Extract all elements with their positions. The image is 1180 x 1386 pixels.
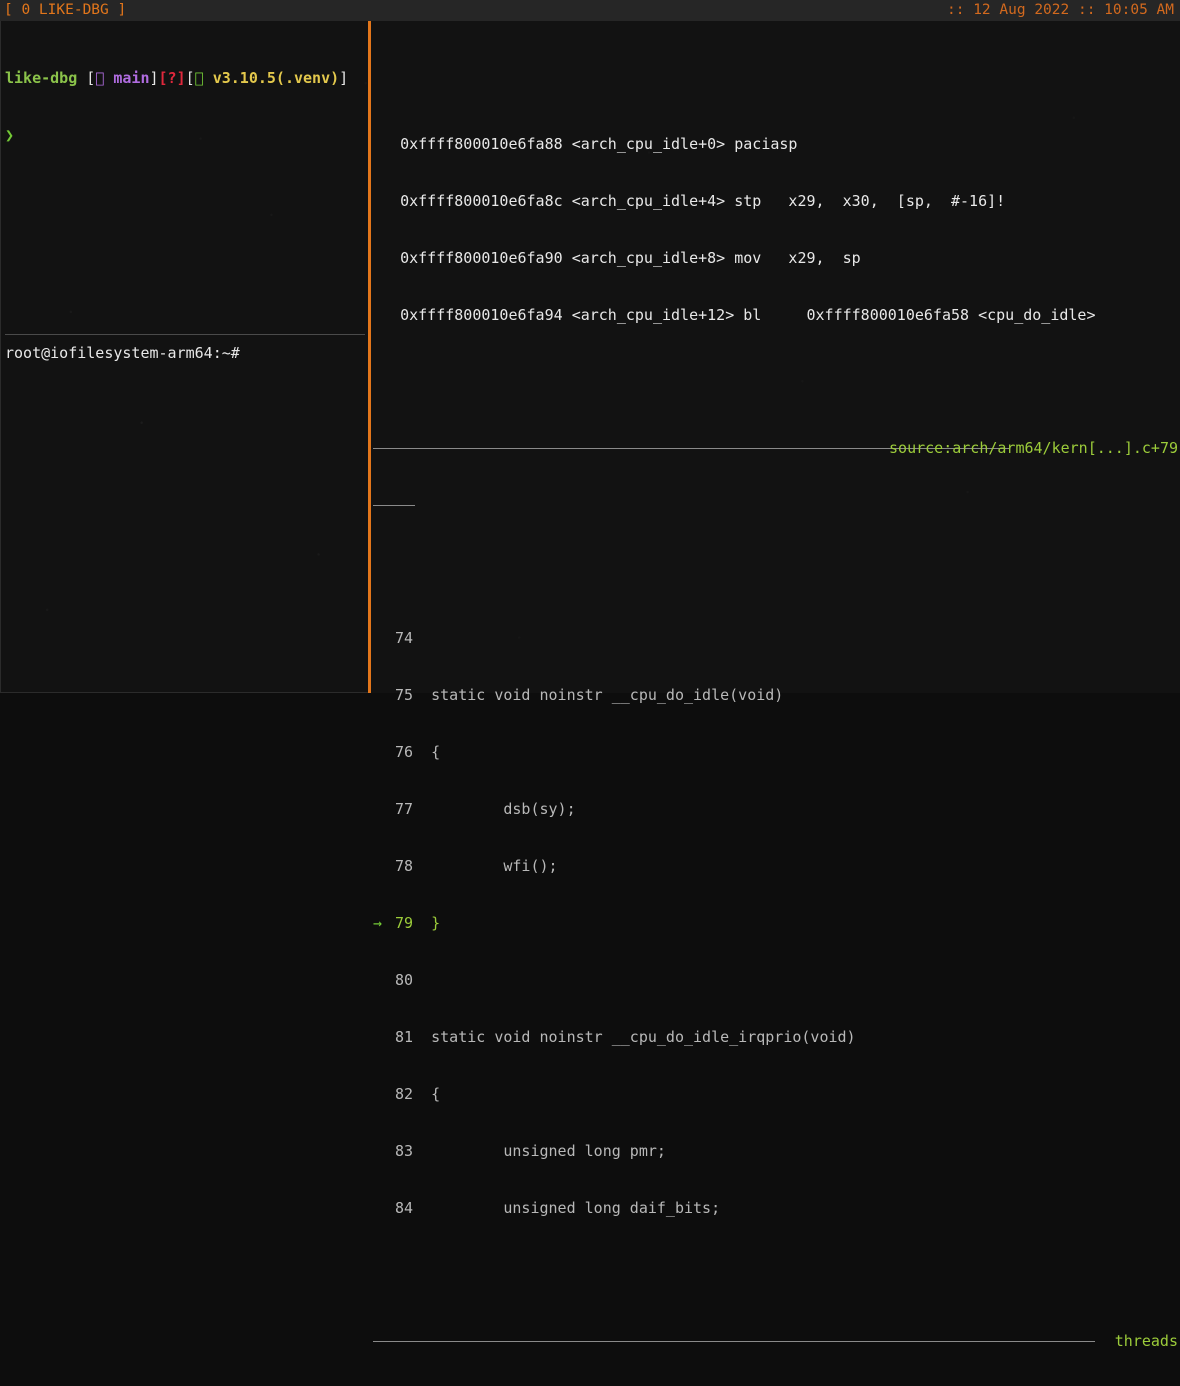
disassembly-row: 0xffff800010e6fa90 <arch_cpu_idle+8> mov… [373,249,1180,268]
disasm-mnemonic: stp [734,192,762,210]
source-line: 75 static void noinstr __cpu_do_idle(voi… [373,686,1180,705]
disasm-symbol: <arch_cpu_idle+0> [571,135,726,153]
left-pane-divider [5,334,365,335]
disassembly-row: 0xffff800010e6fa94 <arch_cpu_idle+12> bl… [373,306,1180,325]
source-line-text: } [431,914,441,932]
threads-section-separator: threads [373,1332,1180,1351]
disasm-address: 0xffff800010e6fa8c [400,192,563,210]
disasm-address: 0xffff800010e6fa88 [400,135,563,153]
source-section-separator: source:arch/arm64/kern[...].c+79 [373,439,1180,458]
source-line-text: dsb(sy); [431,800,576,818]
tmux-status-bar: [ 0 LIKE-DBG ] :: 12 Aug 2022 :: 10:05 A… [0,0,1180,21]
separator-line [373,1341,1095,1342]
prompt-py-bracket-open: [ [185,69,195,87]
prompt-python-version: v3.10.5(.venv) [212,69,340,87]
root-shell-prompt[interactable]: root@iofilesystem-arm64:~# [5,344,240,363]
source-line: 81 static void noinstr __cpu_do_idle_irq… [373,1028,1180,1047]
source-line-number: 79 [395,914,414,932]
disasm-operands: 0xffff800010e6fa58 <cpu_do_idle> [761,306,1096,324]
disassembly-block: 0xffff800010e6fa88 <arch_cpu_idle+0> pac… [373,97,1180,363]
source-line-text: unsigned long daif_bits; [431,1199,721,1217]
disasm-operands: x29, x30, [sp, #-16]! [761,192,1006,210]
prompt-py-bracket-close: ] [339,69,349,87]
prompt-project-name: like-dbg [5,69,78,87]
source-line: 76 { [373,743,1180,762]
source-line: 77 dsb(sy); [373,800,1180,819]
right-debugger-pane[interactable]: 0xffff800010e6fa88 <arch_cpu_idle+0> pac… [373,21,1180,1350]
current-line-arrow: → [373,914,383,932]
source-line: 80 [373,971,1180,990]
left-shell-pane[interactable]: like-dbg [ main][?][ v3.10.5(.venv)] ❯… [0,21,368,693]
source-line-text: wfi(); [431,857,558,875]
source-line: 82 { [373,1085,1180,1104]
source-line: 83 unsigned long pmr; [373,1142,1180,1161]
source-line-number: 80 [395,971,414,989]
disasm-operands: x29, sp [761,249,861,267]
source-separator-label: source:arch/arm64/kern[...].c+79 [889,439,1178,457]
disasm-symbol: <arch_cpu_idle+4> [571,192,726,210]
disassembly-row: 0xffff800010e6fa88 <arch_cpu_idle+0> pac… [373,135,1180,154]
source-line: 78 wfi(); [373,857,1180,876]
source-line-number: 74 [395,629,414,647]
tmux-clock-label: :: 12 Aug 2022 :: 10:05 AM [947,2,1174,18]
source-line-number: 77 [395,800,414,818]
git-branch-icon:  [95,69,105,87]
source-line-text: static void noinstr __cpu_do_idle_irqpri… [431,1028,856,1046]
separator-stub-line [373,505,415,506]
disasm-address: 0xffff800010e6fa90 [400,249,563,267]
source-line-text: static void noinstr __cpu_do_idle(void) [431,686,784,704]
source-line-text: { [431,743,441,761]
source-line-text: { [431,1085,441,1103]
source-line-number: 83 [395,1142,414,1160]
disassembly-row: 0xffff800010e6fa8c <arch_cpu_idle+4> stp… [373,192,1180,211]
source-line-number: 82 [395,1085,414,1103]
source-line-number: 81 [395,1028,414,1046]
python-snake-icon:  [194,69,204,87]
source-listing-block: 74 75 static void noinstr __cpu_do_idle(… [373,591,1180,1256]
disasm-mnemonic: bl [743,306,762,324]
prompt-bracket-close: ] [149,69,159,87]
shell-prompt-line: like-dbg [ main][?][ v3.10.5(.venv)] [5,69,368,88]
disasm-symbol: <arch_cpu_idle+12> [571,306,735,324]
prompt-caret-icon: ❯ [5,126,15,144]
prompt-bracket-open: [ [86,69,96,87]
source-line-text: unsigned long pmr; [431,1142,666,1160]
terminal-screen: [ 0 LIKE-DBG ] :: 12 Aug 2022 :: 10:05 A… [0,0,1180,1350]
disasm-symbol: <arch_cpu_idle+8> [571,249,726,267]
source-line: 84 unsigned long daif_bits; [373,1199,1180,1218]
tmux-session-label[interactable]: [ 0 LIKE-DBG ] [4,0,126,21]
source-line-number: 75 [395,686,414,704]
source-line: 74 [373,629,1180,648]
disasm-address: 0xffff800010e6fa94 [400,306,563,324]
shell-prompt-caret-line: ❯ [5,126,368,145]
disasm-mnemonic: mov [734,249,762,267]
source-line-number: 76 [395,743,414,761]
pane-divider[interactable] [368,21,371,693]
prompt-git-branch: main [113,69,150,87]
source-line-number: 84 [395,1199,414,1217]
separator-stub [373,496,1180,515]
threads-separator-label: threads [1114,1332,1178,1350]
disasm-mnemonic: paciasp [734,135,798,153]
prompt-git-dirty-badge: [?] [158,69,186,87]
source-line-number: 78 [395,857,414,875]
source-line-current: → 79 } [373,914,1180,933]
